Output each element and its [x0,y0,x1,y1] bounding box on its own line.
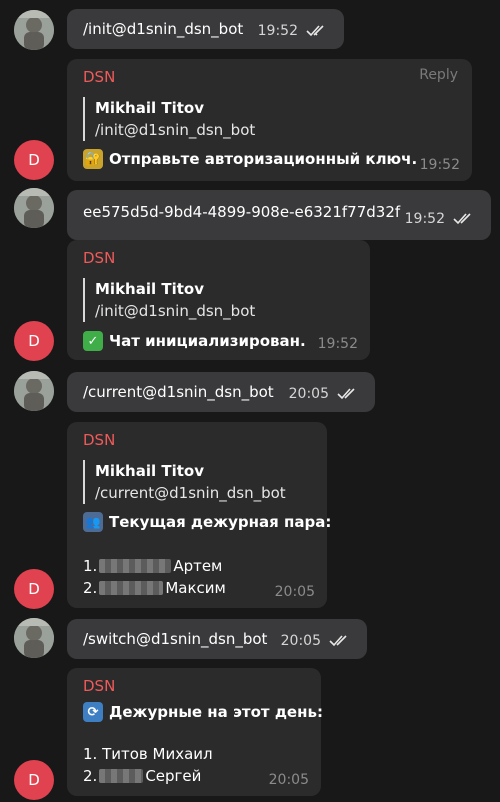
redacted-text [99,769,144,783]
avatar-letter: D [28,332,40,350]
double-check-icon [337,388,355,400]
list-number: 2. [83,767,98,785]
list-item: 2. Сергей [83,765,213,787]
message-bubble[interactable]: DSN Mikhail Titov /init@d1snin_dsn_bot ✓… [67,240,370,360]
quote-author: Mikhail Titov [95,280,204,298]
list-name: 1. Титов Михаил [83,745,213,763]
message-bubble[interactable]: DSN Reply Mikhail Titov /init@d1snin_dsn… [67,59,472,181]
message-time: 20:05 [268,772,309,788]
message-text: Текущая дежурная пара: [109,513,332,531]
redacted-text [99,581,164,595]
message-text: Отправьте авторизационный ключ. [109,150,418,168]
bot-avatar[interactable]: D [14,321,54,361]
list-item: 1. Титов Михаил [83,743,213,765]
message-text: /switch@d1snin_dsn_bot [83,630,268,648]
list-number: 1. [83,557,98,575]
message-time: 19:52 [419,157,460,173]
user-avatar[interactable] [14,618,54,658]
double-check-icon [306,25,324,37]
user-avatar[interactable] [14,10,54,50]
sender-name: DSN [83,677,116,695]
check-mark-emoji-icon: ✓ [83,331,103,351]
message-text: /init@d1snin_dsn_bot [83,20,244,38]
reply-quote[interactable]: Mikhail Titov /init@d1snin_dsn_bot [83,97,255,141]
message-bubble[interactable]: DSN Mikhail Titov /current@d1snin_dsn_bo… [67,422,331,608]
sender-name: DSN [83,68,116,86]
list-name: Максим [165,579,226,597]
quote-text: /init@d1snin_dsn_bot [95,302,256,320]
quote-author: Mikhail Titov [95,99,204,117]
user-avatar[interactable] [14,188,54,228]
avatar-letter: D [28,771,40,789]
quote-author: Mikhail Titov [95,462,204,480]
message-time: 20:05 [280,633,321,649]
list-number: 2. [83,579,98,597]
reply-quote[interactable]: Mikhail Titov /current@d1snin_dsn_bot [83,460,286,504]
list-name: Артем [173,557,223,575]
quote-text: /current@d1snin_dsn_bot [95,484,286,502]
message-time: 20:05 [288,386,329,402]
duty-list: 1. Титов Михаил 2. Сергей [83,743,213,787]
list-name: Сергей [145,767,202,785]
message-bubble[interactable]: /switch@d1snin_dsn_bot 20:05 [67,619,367,659]
bot-avatar[interactable]: D [14,140,54,180]
message-text: Дежурные на этот день: [109,703,323,721]
sender-name: DSN [83,431,116,449]
avatar-letter: D [28,580,40,598]
redacted-text [99,559,172,573]
quote-text: /init@d1snin_dsn_bot [95,121,256,139]
message-text: Чат инициализирован. [109,332,306,350]
double-check-icon [453,213,471,225]
list-item: 2. Максим [83,577,226,599]
refresh-emoji-icon: ⟳ [83,702,103,722]
duty-list: 1. Артем 2. Максим [83,555,226,599]
message-time: 19:52 [404,211,445,227]
message-text: ee575d5d-9bd4-4899-908e-e6321f77d32f [83,203,401,221]
message-time: 19:52 [317,336,358,352]
message-bubble[interactable]: /init@d1snin_dsn_bot 19:52 [67,9,344,49]
message-bubble[interactable]: /current@d1snin_dsn_bot 20:05 [67,372,375,412]
double-check-icon [329,635,347,647]
reply-quote[interactable]: Mikhail Titov /init@d1snin_dsn_bot [83,278,255,322]
people-emoji-icon: 👥 [83,512,103,532]
reply-button[interactable]: Reply [419,67,458,83]
user-avatar[interactable] [14,371,54,411]
bot-avatar[interactable]: D [14,569,54,609]
message-bubble[interactable]: ee575d5d-9bd4-4899-908e-e6321f77d32f 19:… [67,190,491,240]
list-item: 1. Артем [83,555,226,577]
bot-avatar[interactable]: D [14,760,54,800]
message-time: 20:05 [274,584,315,600]
lock-key-emoji-icon: 🔐 [83,149,103,169]
sender-name: DSN [83,249,116,267]
message-time: 19:52 [257,23,298,39]
message-bubble[interactable]: DSN ⟳ Дежурные на этот день: 1. Титов Ми… [67,668,323,796]
avatar-letter: D [28,151,40,169]
message-text: /current@d1snin_dsn_bot [83,383,274,401]
